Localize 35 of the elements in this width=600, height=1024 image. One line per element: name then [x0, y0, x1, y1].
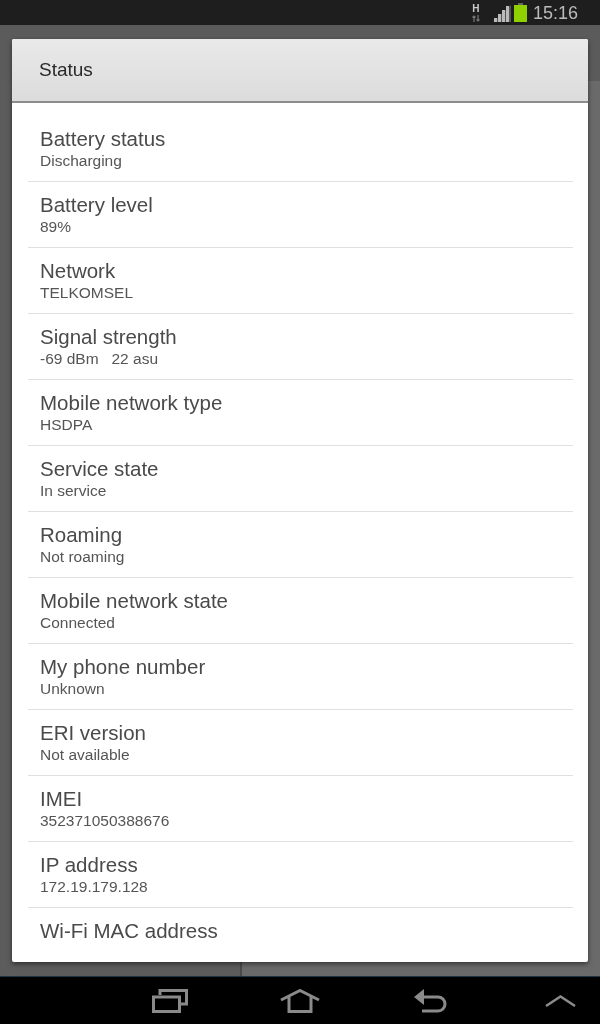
status-item-value: Discharging — [40, 151, 122, 171]
status-item-label: Signal strength — [40, 324, 177, 349]
status-item-value: TELKOMSEL — [40, 283, 134, 303]
status-item-label: Roaming — [40, 522, 123, 547]
chevron-up-icon — [544, 994, 576, 1007]
status-item-value: HSDPA — [40, 415, 93, 435]
back-icon — [413, 988, 447, 1013]
status-item-value: In service — [40, 481, 107, 501]
status-item-value: Not available — [40, 745, 130, 765]
status-item-label: Mobile network type — [40, 390, 223, 415]
status-item-label: IMEI — [40, 786, 83, 811]
status-item-value: -69 dBm 22 asu — [40, 349, 159, 369]
status-item-value: 352371050388676 — [40, 811, 170, 831]
data-activity-icon — [471, 14, 480, 22]
signal-icon — [492, 5, 511, 22]
status-item-label: Mobile network state — [40, 588, 228, 613]
clock-time: 15:16 — [532, 1, 578, 24]
status-item-label: IP address — [40, 852, 138, 877]
status-item-value: Unknown — [40, 679, 105, 699]
status-item-label: Service state — [40, 456, 159, 481]
status-item-value: Not roaming — [40, 547, 125, 567]
status-item-label: Network — [40, 258, 116, 283]
status-item-label: My phone number — [40, 654, 206, 679]
status-item-value: 89% — [40, 217, 72, 237]
network-type-indicator: H — [472, 3, 480, 14]
status-item-value: Connected — [40, 613, 115, 633]
status-item-label: Battery level — [40, 192, 153, 217]
status-item-label: Battery status — [40, 126, 166, 151]
status-item-value: 172.19.179.128 — [40, 877, 148, 897]
dialog-title: Status — [39, 59, 93, 81]
status-item-label: Wi-Fi MAC address — [40, 918, 218, 943]
battery-icon — [513, 3, 527, 22]
recent-apps-icon — [152, 988, 188, 1013]
home-icon — [280, 988, 320, 1013]
status-item-label: ERI version — [40, 720, 146, 745]
